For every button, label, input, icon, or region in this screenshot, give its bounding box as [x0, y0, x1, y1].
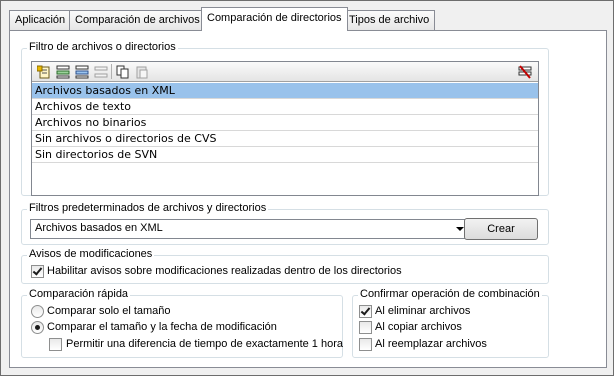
radio-dot-icon	[35, 325, 40, 330]
insert-filter-icon[interactable]	[54, 63, 71, 80]
predefined-filters-title: Filtros predeterminados de archivos y di…	[27, 202, 269, 214]
tab-label: Comparación de archivos	[75, 14, 200, 26]
compare-size-date-label: Comparar el tamaño y la fecha de modific…	[47, 321, 277, 333]
tab-comparacion-directorios[interactable]: Comparación de directorios	[201, 7, 348, 31]
tab-aplicacion[interactable]: Aplicación	[9, 10, 72, 30]
create-button[interactable]: Crear	[464, 218, 538, 240]
time-tolerance-checkbox[interactable]	[49, 338, 62, 351]
confirm-copy-label: Al copiar archivos	[375, 321, 462, 333]
confirm-merge-title: Confirmar operación de combinación	[358, 288, 542, 300]
add-filter-icon[interactable]	[35, 63, 52, 80]
confirm-delete-checkbox[interactable]	[359, 305, 372, 318]
tab-comparacion-archivos[interactable]: Comparación de archivos	[69, 10, 206, 30]
warnings-title: Avisos de modificaciones	[27, 248, 155, 260]
tab-label: Comparación de directorios	[207, 12, 342, 24]
compare-size-label: Comparar solo el tamaño	[47, 305, 171, 317]
quick-compare-title: Comparación rápida	[27, 288, 131, 300]
paste-filter-icon[interactable]	[133, 63, 150, 80]
time-tolerance-label: Permitir una diferencia de tiempo de exa…	[66, 338, 343, 350]
tab-label: Aplicación	[15, 14, 66, 26]
list-item-label: Sin archivos o directorios de CVS	[35, 132, 217, 145]
list-item[interactable]: Archivos basados en XML	[32, 83, 538, 99]
filter-group-title: Filtro de archivos o directorios	[27, 41, 178, 53]
create-button-label: Crear	[487, 223, 515, 235]
reset-filters-icon[interactable]	[516, 63, 533, 80]
tab-panel: Filtro de archivos o directorios Archivo…	[9, 30, 607, 368]
chevron-down-icon	[456, 227, 464, 231]
confirm-replace-checkbox[interactable]	[359, 338, 372, 351]
checkmark-icon	[360, 305, 371, 316]
list-item[interactable]: Archivos de texto	[32, 99, 538, 115]
edit-filter-icon[interactable]	[73, 63, 90, 80]
confirm-delete-label: Al eliminar archivos	[375, 305, 471, 317]
filter-list-box: Archivos basados en XML Archivos de text…	[31, 61, 539, 196]
copy-filter-icon[interactable]	[114, 63, 131, 80]
filter-group: Filtro de archivos o directorios Archivo…	[21, 41, 549, 196]
list-item[interactable]: Sin archivos o directorios de CVS	[32, 131, 538, 147]
compare-size-radio[interactable]	[31, 305, 44, 318]
confirm-replace-label: Al reemplazar archivos	[375, 338, 487, 350]
list-item-label: Archivos de texto	[35, 100, 132, 113]
filter-toolbar	[32, 62, 538, 82]
enable-warnings-label: Habilitar avisos sobre modificaciones re…	[47, 265, 402, 277]
compare-size-date-radio[interactable]	[31, 321, 44, 334]
tab-tipos-archivo[interactable]: Tipos de archivo	[343, 10, 436, 30]
delete-filter-icon[interactable]	[92, 63, 109, 80]
tab-label: Tipos de archivo	[349, 14, 430, 26]
list-item[interactable]: Sin directorios de SVN	[32, 147, 538, 163]
confirm-copy-checkbox[interactable]	[359, 321, 372, 334]
toolbar-separator	[111, 64, 112, 79]
list-item-label: Archivos basados en XML	[35, 84, 175, 97]
predefined-filter-select[interactable]: Archivos basados en XML	[30, 219, 469, 239]
list-item[interactable]: Archivos no binarios	[32, 115, 538, 131]
list-item-label: Sin directorios de SVN	[35, 148, 158, 161]
predefined-filter-value: Archivos basados en XML	[35, 222, 163, 234]
list-item-label: Archivos no binarios	[35, 116, 147, 129]
options-dialog: Aplicación Comparación de archivos Compa…	[0, 0, 614, 376]
checkmark-icon	[32, 265, 43, 276]
enable-warnings-checkbox[interactable]	[31, 265, 44, 278]
